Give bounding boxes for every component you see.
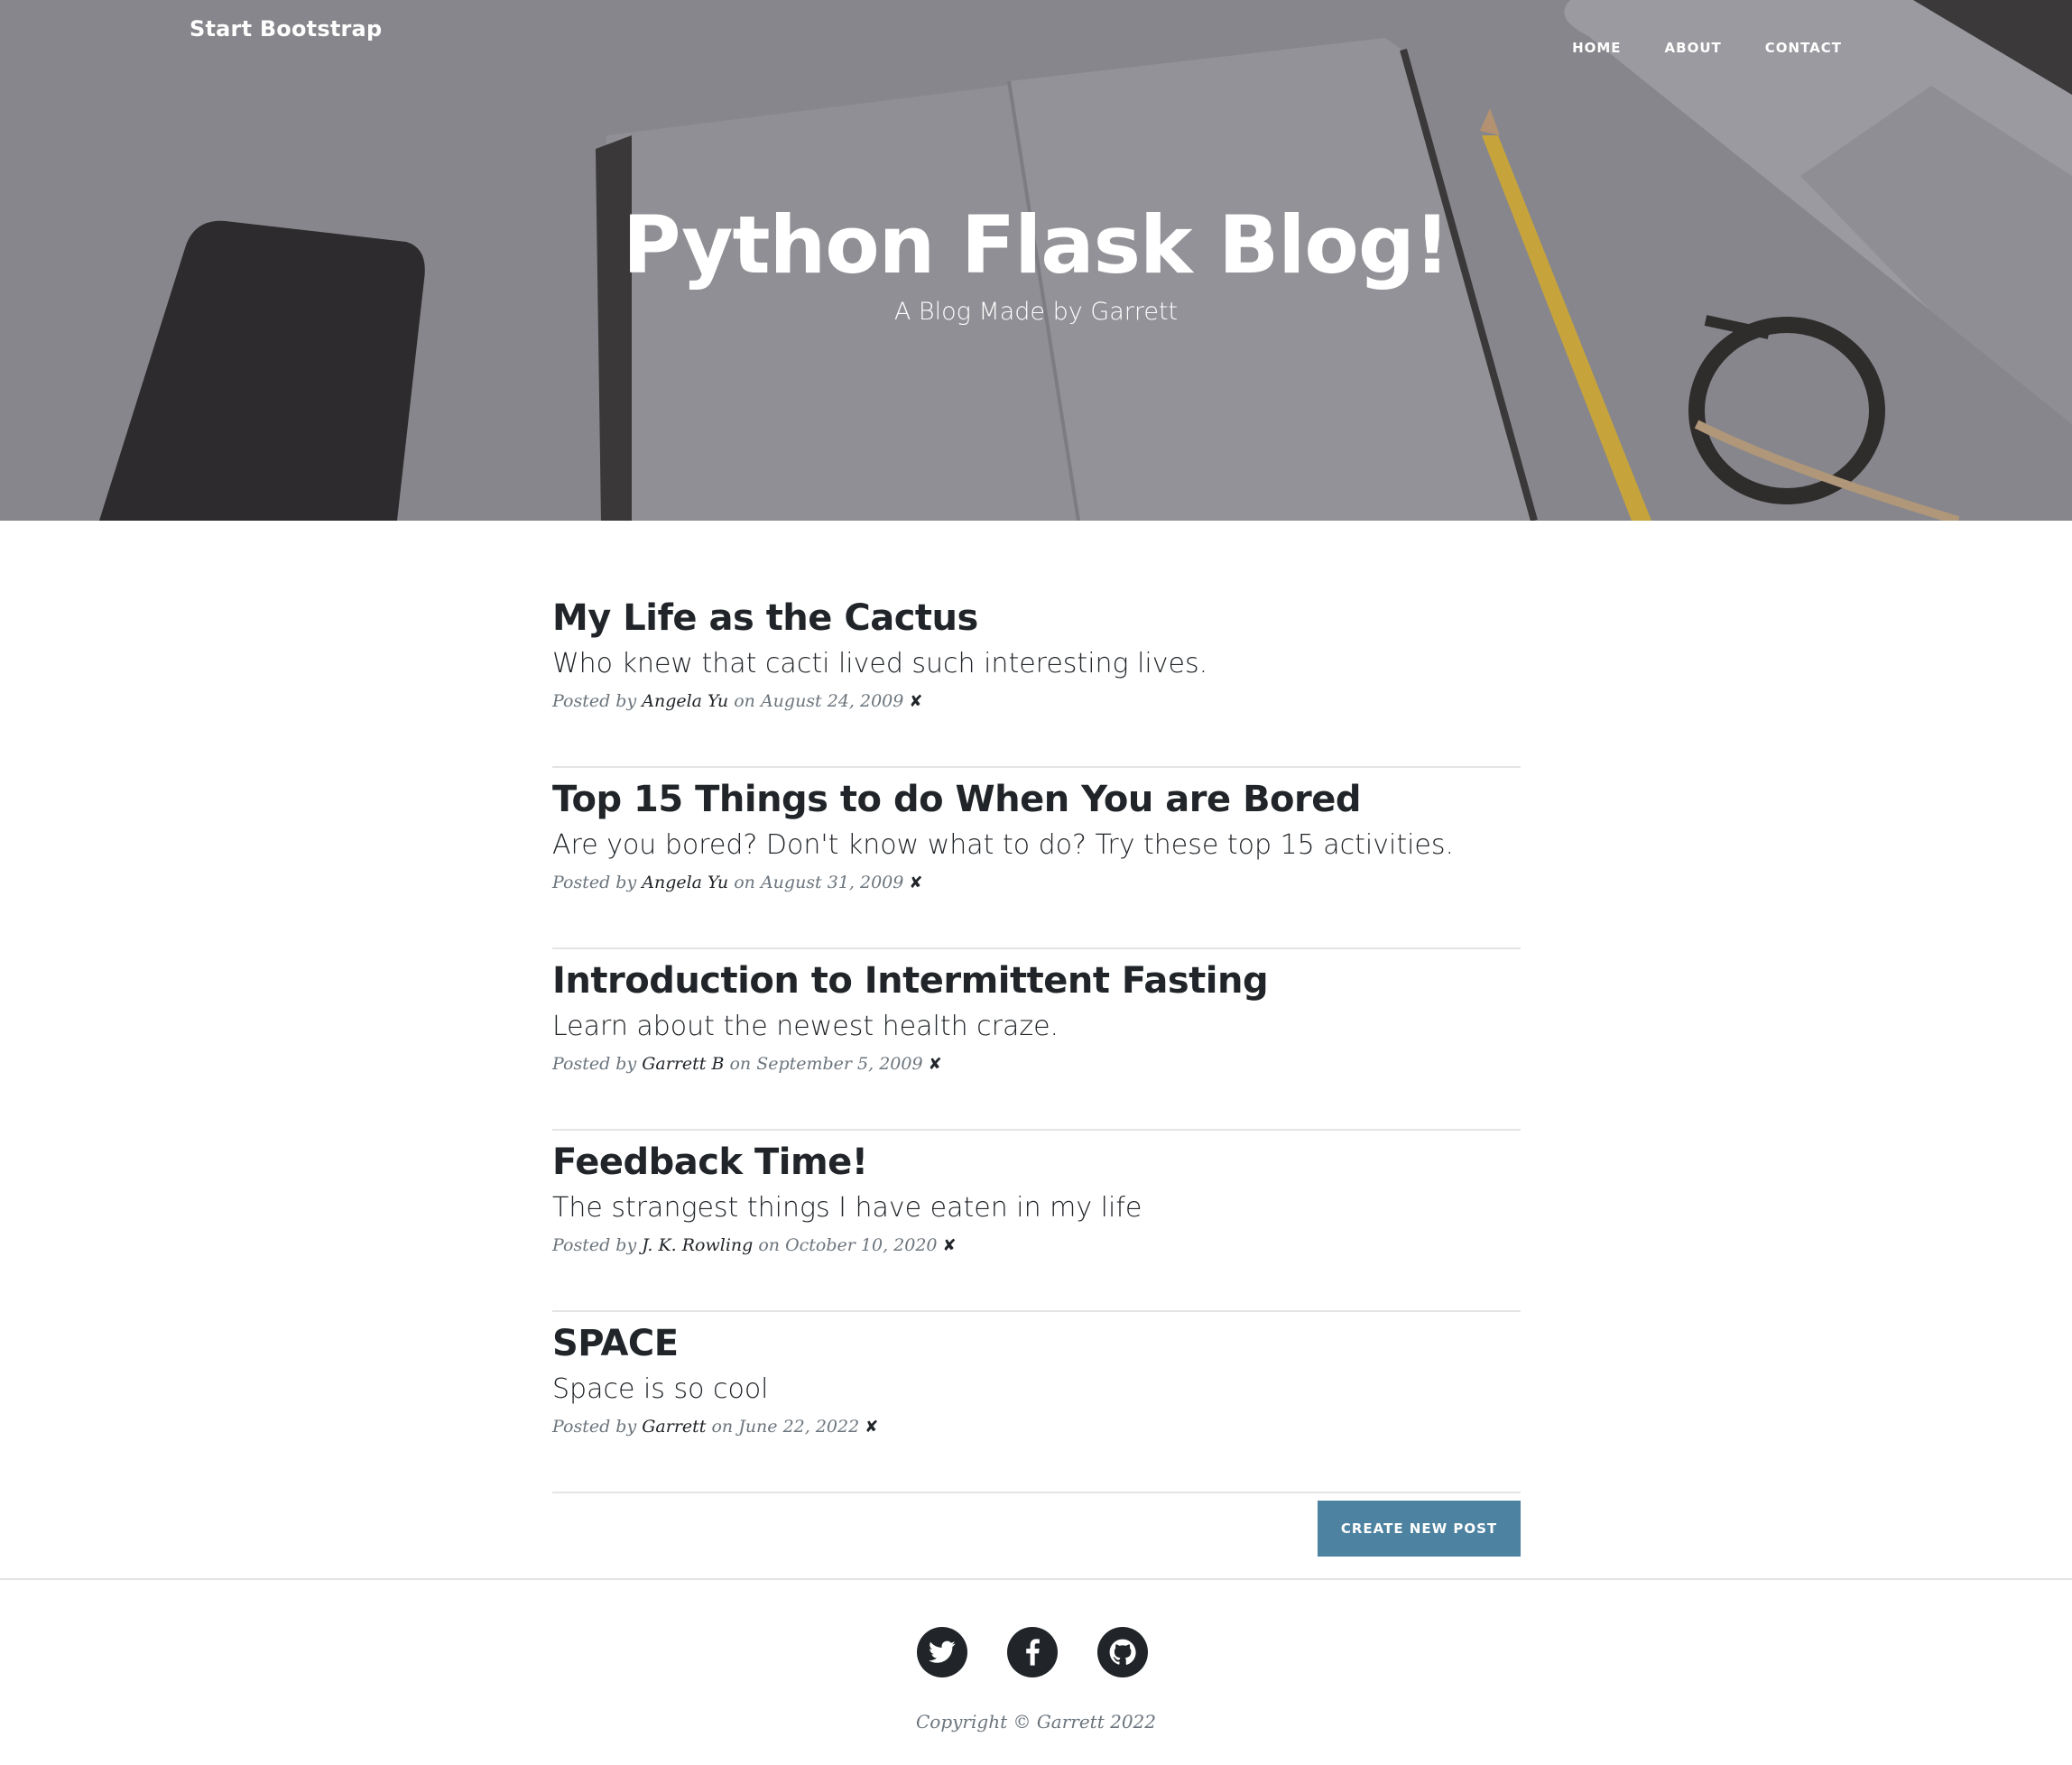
post-subtitle[interactable]: Who knew that cacti lived such interesti… [552, 648, 1207, 679]
nav-link-home[interactable]: HOME [1572, 40, 1621, 56]
post-title-link[interactable]: Feedback Time! [552, 1141, 868, 1183]
post-author[interactable]: Garrett B [642, 1054, 724, 1074]
posted-by-label: Posted by [552, 873, 637, 892]
create-new-post-button[interactable]: CREATE NEW POST [1318, 1501, 1521, 1557]
page-subtitle: A Blog Made by Garrett [893, 298, 1179, 326]
posted-by-label: Posted by [552, 1054, 637, 1074]
post-author[interactable]: J. K. Rowling [642, 1235, 753, 1255]
on-label: on [729, 1054, 752, 1074]
post-subtitle[interactable]: Learn about the newest health craze. [552, 1011, 1059, 1042]
post-meta: Posted by Garrett on June 22, 2022 ✘ [552, 1417, 878, 1437]
post-author[interactable]: Angela Yu [642, 691, 728, 711]
delete-post-icon[interactable]: ✘ [909, 692, 922, 711]
social-links [917, 1627, 1188, 1677]
nav-link-about[interactable]: ABOUT [1665, 40, 1722, 56]
post-meta: Posted by Angela Yu on August 24, 2009 ✘ [552, 691, 922, 711]
post-author[interactable]: Garrett [642, 1417, 706, 1437]
page-title: Python Flask Blog! [623, 199, 1450, 291]
github-icon[interactable] [1097, 1627, 1148, 1677]
post-date: October 10, 2020 [785, 1235, 938, 1255]
nav-link-contact[interactable]: CONTACT [1765, 40, 1842, 56]
post-date: August 24, 2009 [760, 691, 904, 711]
post-preview: Top 15 Things to do When You are Bored A… [552, 768, 1521, 949]
post-title-link[interactable]: My Life as the Cactus [552, 597, 978, 639]
facebook-icon[interactable] [1007, 1627, 1058, 1677]
post-subtitle[interactable]: Are you bored? Don't know what to do? Tr… [552, 829, 1454, 861]
hero-header: Start Bootstrap HOME ABOUT CONTACT Pytho… [0, 0, 2072, 521]
main-nav: HOME ABOUT CONTACT [1529, 40, 1842, 56]
post-list: My Life as the Cactus Who knew that cact… [552, 587, 1521, 1493]
on-label: on [734, 873, 755, 892]
post-preview: Introduction to Intermittent Fasting Lea… [552, 949, 1521, 1131]
post-date: September 5, 2009 [756, 1054, 923, 1074]
post-preview: SPACE Space is so cool Posted by Garrett… [552, 1312, 1521, 1493]
post-meta: Posted by J. K. Rowling on October 10, 2… [552, 1235, 957, 1255]
on-label: on [734, 691, 755, 711]
copyright-text: Copyright © Garrett 2022 [915, 1711, 1157, 1733]
posted-by-label: Posted by [552, 691, 637, 711]
post-subtitle[interactable]: The strangest things I have eaten in my … [552, 1192, 1142, 1224]
post-meta: Posted by Angela Yu on August 31, 2009 ✘ [552, 873, 922, 892]
post-meta: Posted by Garrett B on September 5, 2009… [552, 1054, 942, 1074]
post-date: June 22, 2022 [738, 1417, 860, 1437]
delete-post-icon[interactable]: ✘ [929, 1055, 942, 1074]
post-author[interactable]: Angela Yu [642, 873, 728, 892]
post-title-link[interactable]: SPACE [552, 1323, 679, 1364]
on-label: on [711, 1417, 734, 1437]
post-preview: Feedback Time! The strangest things I ha… [552, 1131, 1521, 1312]
delete-post-icon[interactable]: ✘ [865, 1418, 878, 1437]
posted-by-label: Posted by [552, 1235, 637, 1255]
post-preview: My Life as the Cactus Who knew that cact… [552, 587, 1521, 768]
footer-divider [0, 1578, 2072, 1580]
delete-post-icon[interactable]: ✘ [909, 873, 922, 892]
post-subtitle[interactable]: Space is so cool [552, 1373, 769, 1405]
on-label: on [758, 1235, 781, 1255]
post-title-link[interactable]: Top 15 Things to do When You are Bored [552, 779, 1362, 820]
navbar-brand[interactable]: Start Bootstrap [190, 16, 382, 42]
posted-by-label: Posted by [552, 1417, 637, 1437]
delete-post-icon[interactable]: ✘ [943, 1236, 957, 1255]
post-date: August 31, 2009 [760, 873, 904, 892]
post-title-link[interactable]: Introduction to Intermittent Fasting [552, 960, 1269, 1002]
twitter-icon[interactable] [917, 1627, 967, 1677]
